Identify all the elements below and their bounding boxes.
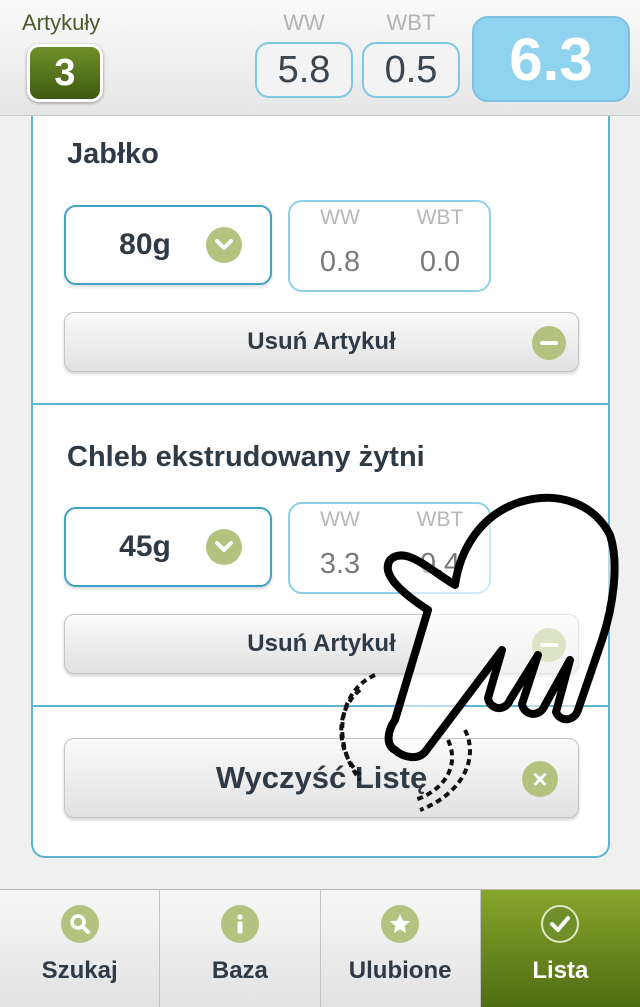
- tab-search[interactable]: Szukaj: [0, 890, 161, 1007]
- header-ww-value: 5.8: [255, 42, 353, 98]
- item-wbt-label: WBT: [416, 508, 464, 531]
- star-icon: [381, 905, 420, 943]
- item-title: Chleb ekstrudowany żytni: [67, 441, 425, 473]
- item-ww-value: 3.3: [319, 548, 361, 580]
- item-values-box: WW WBT 0.8 0.0: [288, 200, 491, 292]
- search-icon: [60, 905, 99, 943]
- remove-item-label: Usuń Artykuł: [247, 630, 396, 657]
- item-ww-value: 0.8: [319, 246, 361, 278]
- quantity-value: 45g: [119, 530, 171, 563]
- bottom-tab-bar: Szukaj Baza Ulubione Lista: [0, 889, 640, 1007]
- tab-database[interactable]: Baza: [160, 890, 321, 1007]
- tab-label: Baza: [211, 957, 268, 984]
- item-list-card: Jabłko 80g WW WBT 0.8 0.0 Usuń Artykuł C…: [31, 116, 610, 858]
- quantity-select[interactable]: 45g: [64, 507, 272, 587]
- item-wbt-value: 0.0: [419, 246, 461, 278]
- remove-item-button[interactable]: Usuń Artykuł: [64, 312, 579, 372]
- divider: [33, 705, 608, 707]
- chevron-down-icon: [206, 227, 242, 263]
- check-icon: [541, 905, 580, 943]
- tab-favorites[interactable]: Ulubione: [320, 890, 481, 1007]
- tab-label: Lista: [532, 957, 589, 984]
- item-ww-label: WW: [320, 206, 360, 229]
- clear-list-button[interactable]: Wyczyść Listę ×: [64, 738, 579, 818]
- header-ww-label: WW: [283, 10, 325, 35]
- header-wbt-value: 0.5: [362, 42, 460, 98]
- minus-circle-icon: [532, 628, 566, 662]
- header-wbt-label: WBT: [386, 10, 436, 35]
- quantity-select[interactable]: 80g: [64, 205, 272, 285]
- quantity-value: 80g: [119, 228, 171, 261]
- item-wbt-value: 0.4: [419, 548, 461, 580]
- chevron-down-icon: [206, 529, 242, 565]
- item-ww-label: WW: [320, 508, 360, 531]
- info-icon: [220, 905, 259, 943]
- tab-list[interactable]: Lista: [480, 890, 640, 1007]
- minus-circle-icon: [532, 326, 566, 360]
- summary-header: Artykuły 3 WW WBT 5.8 0.5 6.3: [0, 0, 640, 116]
- divider: [33, 403, 608, 405]
- item-wbt-label: WBT: [416, 206, 464, 229]
- items-count-badge: 3: [27, 44, 103, 102]
- remove-item-button[interactable]: Usuń Artykuł: [64, 614, 579, 674]
- item-values-box: WW WBT 3.3 0.4: [288, 502, 491, 594]
- remove-item-label: Usuń Artykuł: [247, 328, 396, 355]
- total-value: 6.3: [472, 16, 630, 102]
- clear-list-label: Wyczyść Listę: [215, 760, 428, 795]
- item-title: Jabłko: [67, 138, 159, 170]
- tab-label: Szukaj: [41, 957, 118, 984]
- tab-label: Ulubione: [348, 957, 452, 984]
- items-count-label: Artykuły: [22, 10, 101, 35]
- close-circle-icon: ×: [522, 761, 558, 797]
